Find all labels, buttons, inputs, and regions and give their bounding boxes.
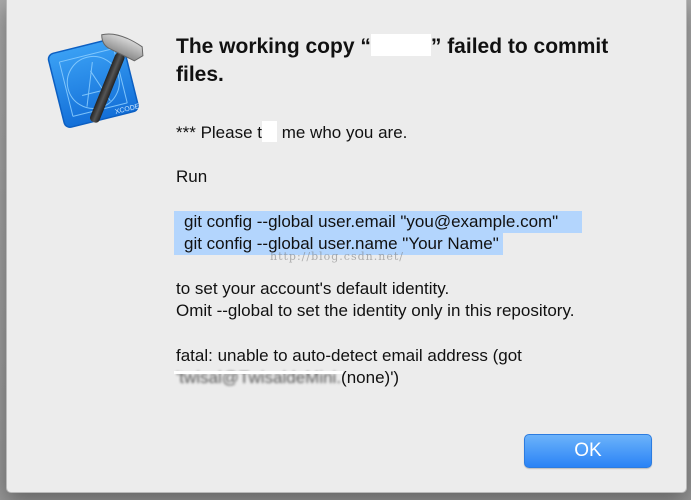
message-text: *** Please t xyxy=(176,123,262,142)
message-line-default-identity: to set your account's default identity. xyxy=(176,279,450,298)
obscured-email: 'twisal@TwisaldeMini. xyxy=(174,367,344,389)
command-line-email: git config --global user.email "you@exam… xyxy=(174,211,666,233)
message-text: (none)') xyxy=(341,368,400,387)
redacted-char xyxy=(262,121,277,142)
alert-dialog: XCODE The working copy “” failed to comm… xyxy=(6,0,687,493)
watermark: http://blog.csdn.net/ xyxy=(270,250,404,263)
message-text: me who you are. xyxy=(277,123,408,142)
dialog-message: *** Please t me who you are. Run git con… xyxy=(174,121,666,389)
selected-text[interactable]: git config --global user.email "you@exam… xyxy=(174,211,583,233)
redacted-repo-name xyxy=(370,34,431,56)
xcode-app-icon: XCODE xyxy=(47,33,144,128)
command-line-name: git config --global user.name "Your Name… xyxy=(174,233,666,255)
message-line-got: 'twisal@TwisaldeMini. (none)') xyxy=(174,367,666,389)
message-line-run: Run xyxy=(176,167,208,186)
dialog-title: The working copy “” failed to commit fil… xyxy=(176,33,656,89)
message-line-fatal: fatal: unable to auto-detect email addre… xyxy=(176,346,522,365)
message-line-identity: *** Please t me who you are. xyxy=(176,121,666,143)
ok-button[interactable]: OK xyxy=(524,434,652,468)
title-text-start: The working copy “ xyxy=(176,35,371,58)
command-email-text: git config --global user.email "you@exam… xyxy=(184,212,559,231)
message-line-omit-global: Omit --global to set the identity only i… xyxy=(176,301,575,320)
